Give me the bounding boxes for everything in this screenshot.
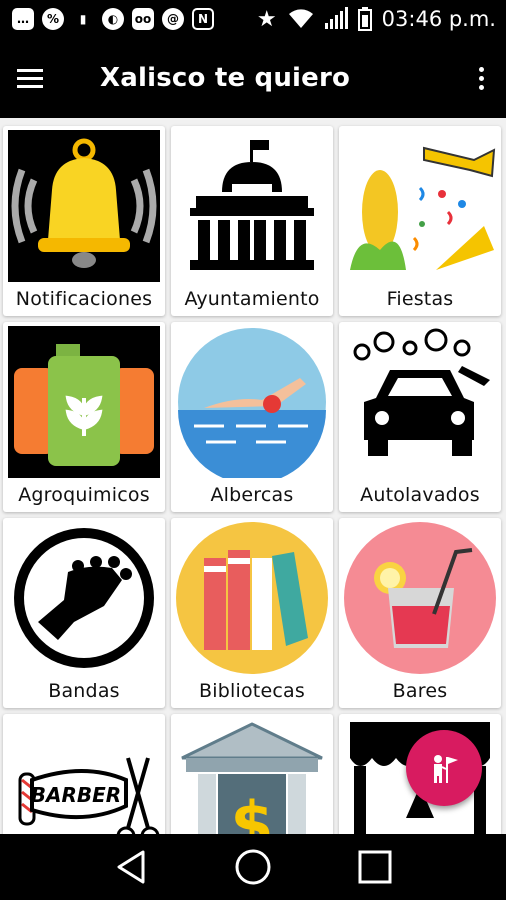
fab-user-flag-button[interactable] bbox=[406, 730, 482, 806]
category-card-albercas[interactable]: Albercas bbox=[171, 322, 333, 512]
percent-icon: % bbox=[42, 8, 64, 30]
bell-icon bbox=[8, 130, 160, 282]
category-card-bares[interactable]: Bares bbox=[339, 518, 501, 708]
system-nav-bar bbox=[0, 834, 506, 900]
guitar-head-icon bbox=[8, 522, 160, 674]
user-flag-icon bbox=[434, 755, 458, 783]
star-icon: ★ bbox=[256, 6, 277, 32]
app-title: Xalisco te quiero bbox=[100, 63, 351, 93]
app-bar: Xalisco te quiero bbox=[0, 38, 506, 118]
category-label: Autolavados bbox=[360, 484, 480, 506]
category-label: Bandas bbox=[48, 680, 120, 702]
signal-icon bbox=[324, 7, 348, 29]
voicemail-icon: oo bbox=[132, 8, 154, 30]
back-icon[interactable] bbox=[113, 848, 149, 886]
category-label: Bares bbox=[392, 680, 448, 702]
wifi-icon bbox=[288, 9, 313, 28]
category-card-agroquimicos[interactable]: Agroquimicos bbox=[3, 322, 165, 512]
clock: 03:46 p.m. bbox=[381, 7, 496, 31]
battery-saver-icon: ▮ bbox=[79, 12, 87, 26]
svg-text:$: $ bbox=[230, 788, 273, 834]
svg-text:BARBER: BARBER bbox=[31, 783, 121, 807]
city-hall-icon bbox=[176, 130, 328, 282]
party-icon bbox=[344, 130, 496, 282]
books-icon bbox=[176, 522, 328, 674]
chat-icon: … bbox=[12, 8, 34, 30]
category-label: Albercas bbox=[210, 484, 294, 506]
category-card-bandas[interactable]: Bandas bbox=[3, 518, 165, 708]
ball-icon: ◐ bbox=[102, 8, 124, 30]
category-grid: Notificaciones Ayuntamiento Fiestas Agro… bbox=[0, 118, 506, 834]
category-label: Ayuntamiento bbox=[184, 288, 320, 310]
recents-icon[interactable] bbox=[357, 849, 393, 885]
drink-icon bbox=[344, 522, 496, 674]
category-label: Fiestas bbox=[386, 288, 454, 310]
agrochemical-icon bbox=[8, 326, 160, 478]
category-grid-container[interactable]: Notificaciones Ayuntamiento Fiestas Agro… bbox=[0, 118, 506, 834]
battery-icon bbox=[357, 7, 372, 31]
category-card-bibliotecas[interactable]: Bibliotecas bbox=[171, 518, 333, 708]
category-card-barber[interactable]: BARBER bbox=[3, 714, 165, 834]
status-bar: … % ▮ ◐ oo @ N ★ 03:46 p.m. bbox=[0, 0, 506, 38]
overflow-menu-icon[interactable] bbox=[456, 38, 506, 118]
car-wash-icon bbox=[344, 326, 496, 478]
bank-icon: $ bbox=[176, 718, 328, 834]
home-icon[interactable] bbox=[234, 848, 272, 886]
at-icon: @ bbox=[162, 8, 184, 30]
category-label: Notificaciones bbox=[15, 288, 153, 310]
category-label: Agroquimicos bbox=[18, 484, 150, 506]
nfc-icon: N bbox=[192, 8, 214, 30]
category-card-ayuntamiento[interactable]: Ayuntamiento bbox=[171, 126, 333, 316]
category-label: Bibliotecas bbox=[199, 680, 305, 702]
hamburger-menu-icon[interactable] bbox=[0, 38, 60, 118]
category-card-notificaciones[interactable]: Notificaciones bbox=[3, 126, 165, 316]
category-card-autolavados[interactable]: Autolavados bbox=[339, 322, 501, 512]
swimmer-icon bbox=[176, 326, 328, 478]
category-card-fiestas[interactable]: Fiestas bbox=[339, 126, 501, 316]
category-card-bank[interactable]: $ bbox=[171, 714, 333, 834]
barber-icon: BARBER bbox=[8, 718, 160, 834]
